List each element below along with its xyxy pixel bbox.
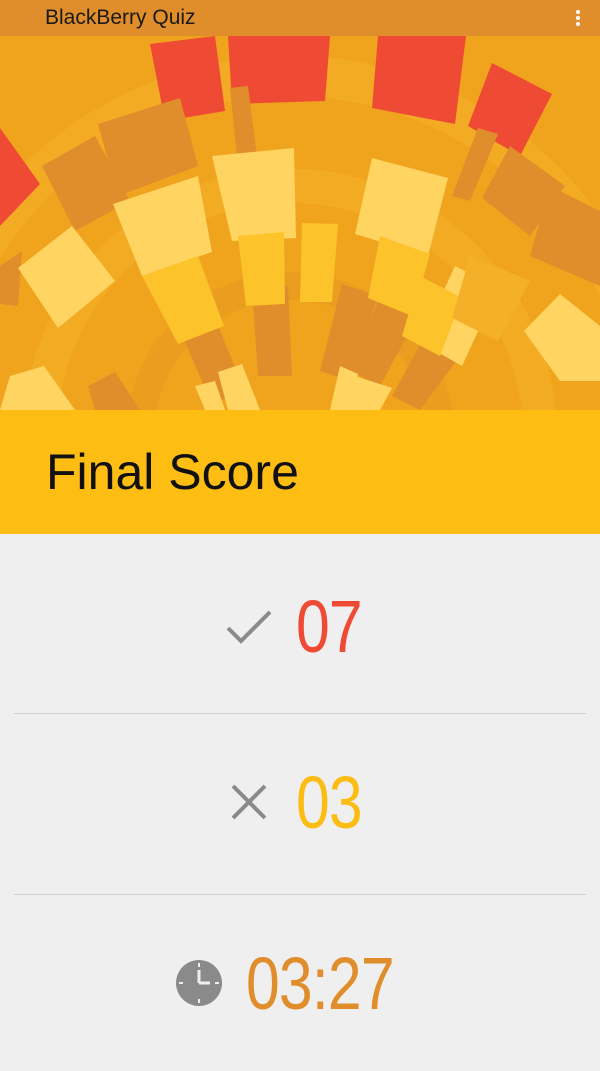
wrong-count: 03 <box>295 760 363 844</box>
correct-count: 07 <box>295 584 363 668</box>
elapsed-time: 03:27 <box>245 941 395 1025</box>
checkmark-icon <box>224 601 274 651</box>
elapsed-time-row: 03:27 <box>14 895 586 1071</box>
wrong-answers-row: 03 <box>14 714 586 890</box>
overflow-menu-icon[interactable] <box>570 8 586 28</box>
final-score-banner: Final Score <box>0 410 600 534</box>
app-bar: BlackBerry Quiz <box>0 0 600 36</box>
app-title: BlackBerry Quiz <box>45 6 196 29</box>
hero-illustration <box>0 36 600 410</box>
final-score-title: Final Score <box>46 444 299 500</box>
correct-answers-row: 07 <box>14 538 586 714</box>
cross-icon <box>224 777 274 827</box>
sunburst-tiles-illustration <box>0 36 600 410</box>
clock-icon <box>174 958 224 1008</box>
